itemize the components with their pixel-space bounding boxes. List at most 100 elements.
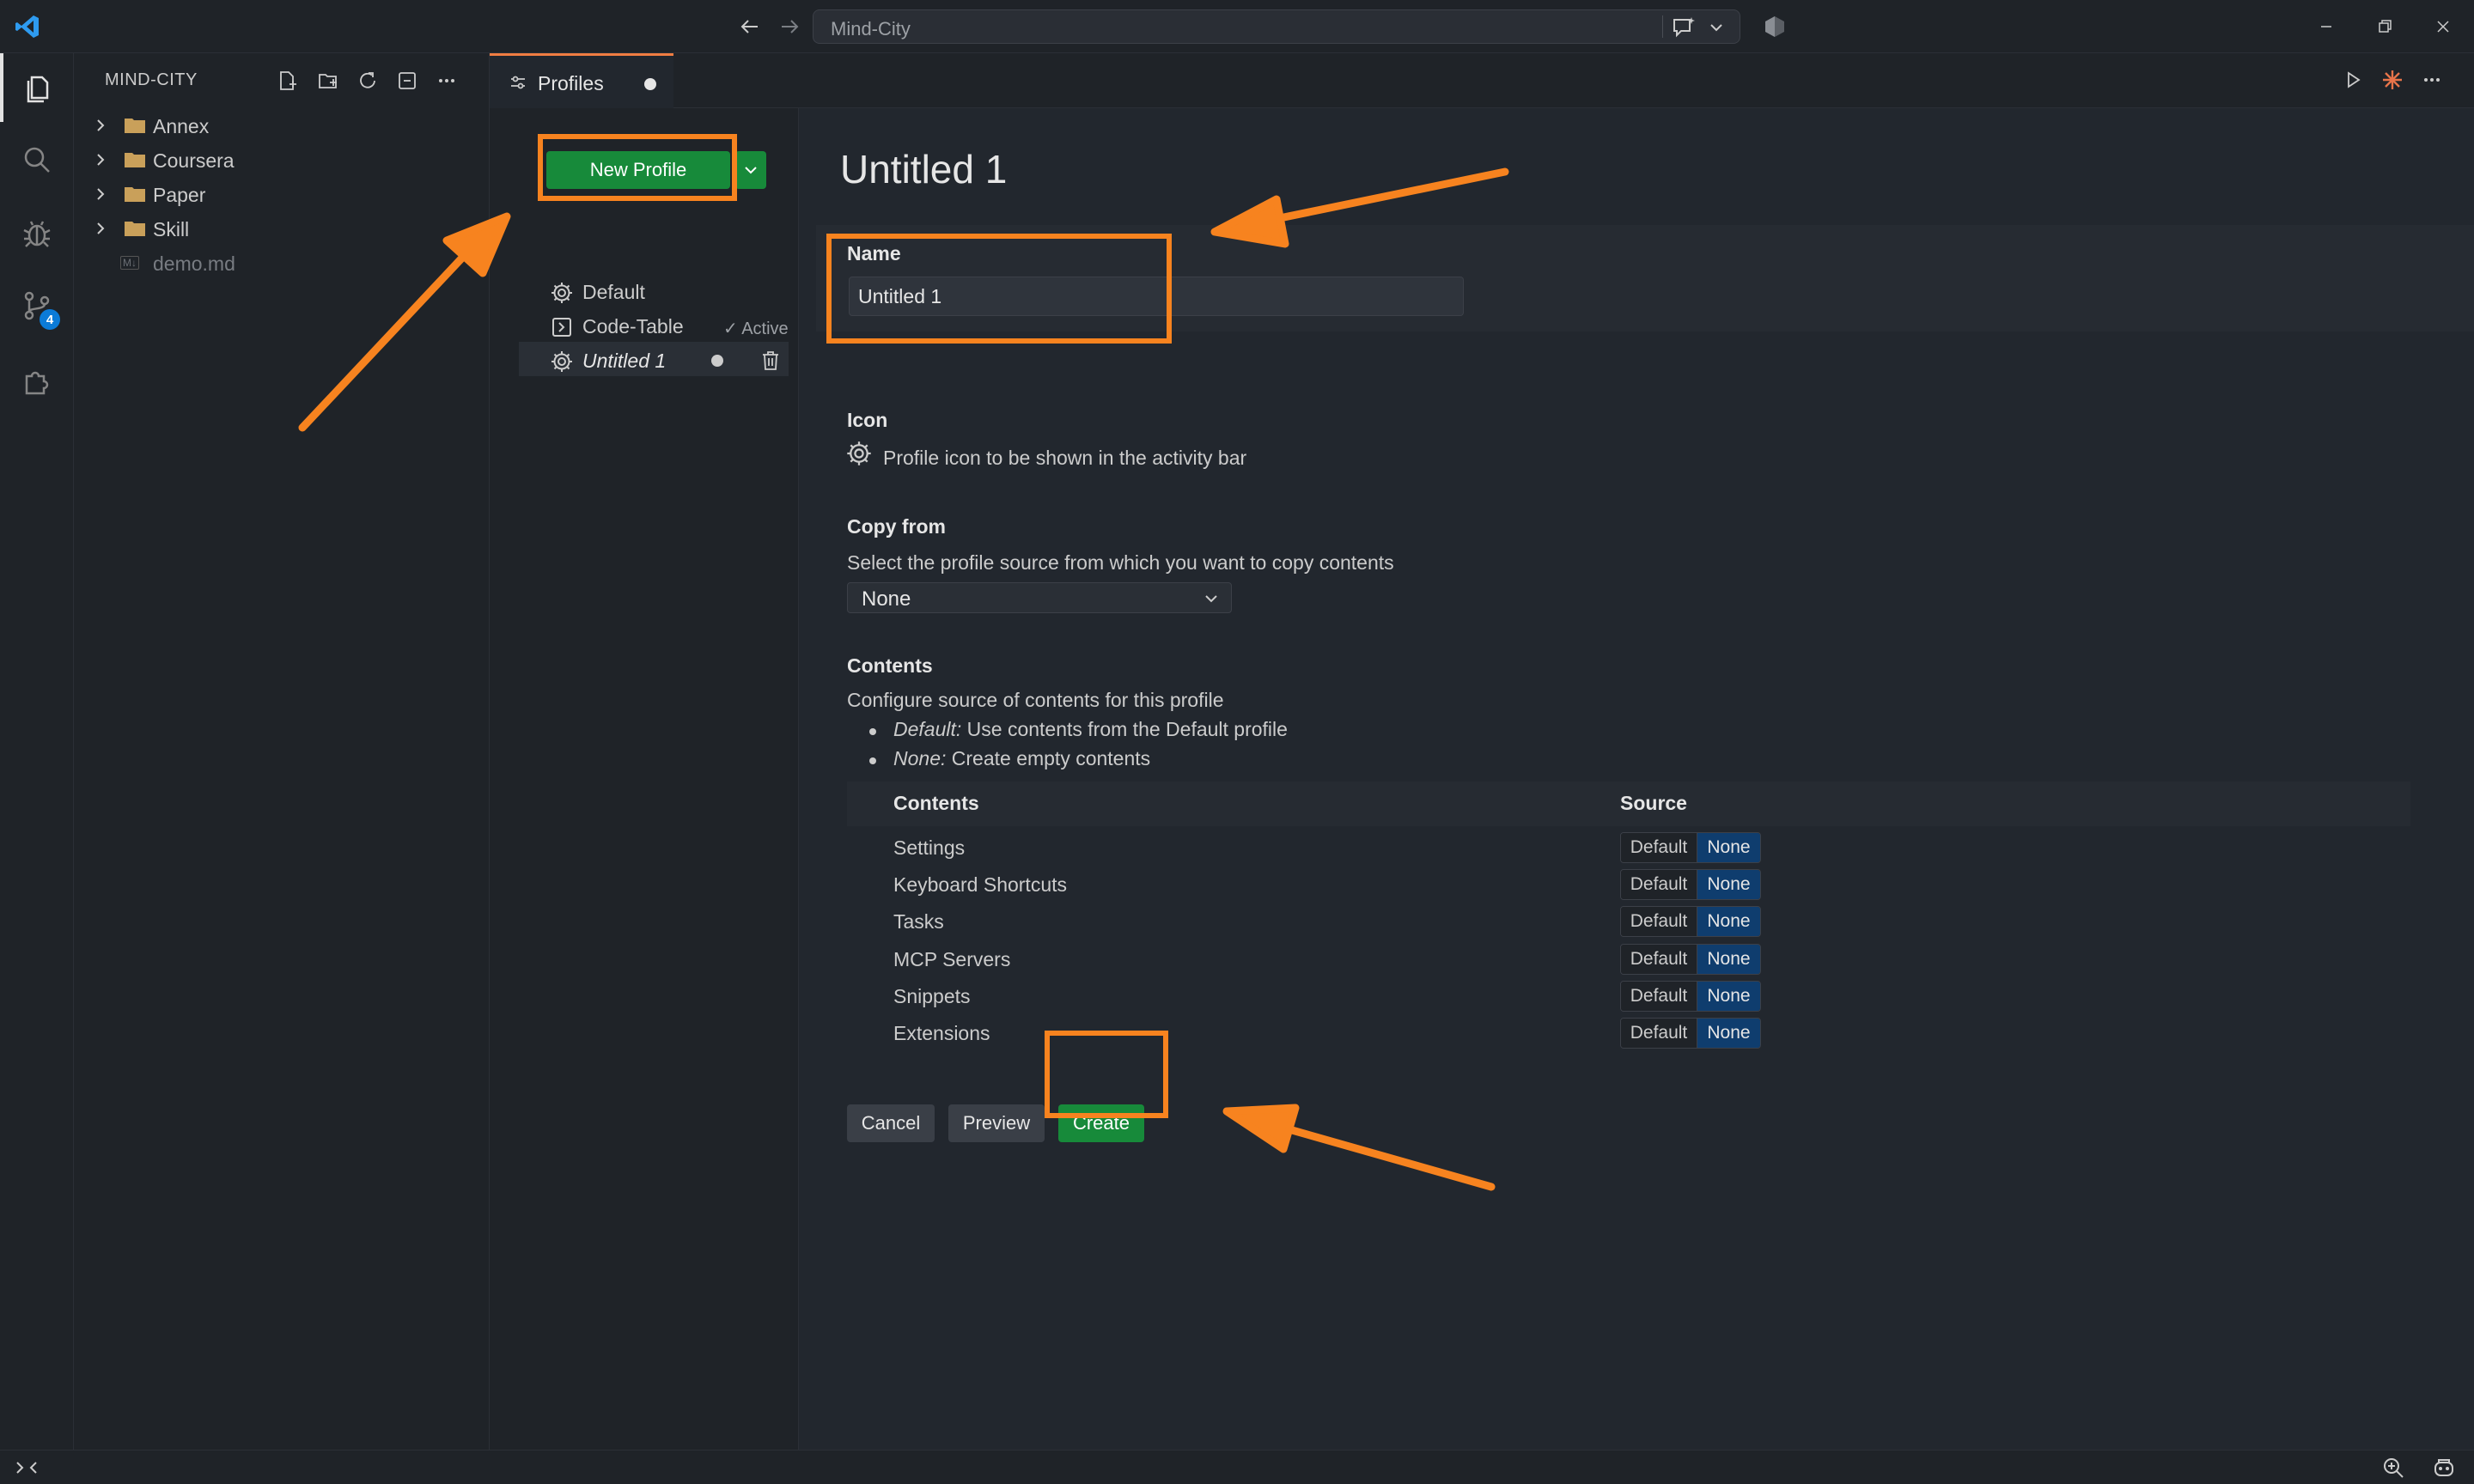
vscode-logo-icon	[14, 13, 41, 40]
table-row: Settings Default None	[847, 830, 2410, 867]
source-default-option[interactable]: Default	[1621, 1019, 1697, 1048]
unsaved-dot-icon	[711, 355, 723, 367]
run-icon[interactable]	[2340, 67, 2366, 93]
source-none-option[interactable]: None	[1697, 1019, 1760, 1048]
table-row: Extensions Default None	[847, 1015, 2410, 1052]
source-default-option[interactable]: Default	[1621, 870, 1697, 899]
preview-button[interactable]: Preview	[948, 1104, 1045, 1142]
tab-label: Profiles	[538, 72, 604, 94]
collapse-all-icon[interactable]	[393, 67, 421, 94]
icon-description: Profile icon to be shown in the activity…	[883, 447, 1247, 469]
profile-detail-pane: Untitled 1 Name Icon Profile icon to be …	[799, 108, 2474, 1450]
scm-badge: 4	[40, 309, 60, 330]
tree-folder[interactable]: Coursera	[74, 143, 490, 177]
trash-icon[interactable]	[759, 350, 782, 372]
profile-label: Untitled 1	[582, 350, 667, 372]
new-profile-dropdown[interactable]	[735, 151, 766, 189]
gear-icon[interactable]	[845, 440, 873, 467]
table-row: Tasks Default None	[847, 903, 2410, 940]
restore-icon[interactable]	[2369, 12, 2400, 41]
source-none-option[interactable]: None	[1697, 870, 1760, 899]
cancel-button[interactable]: Cancel	[847, 1104, 935, 1142]
gear-icon	[550, 350, 574, 374]
extensions-icon[interactable]	[0, 347, 74, 416]
chevron-down-icon[interactable]	[1707, 18, 1726, 37]
more-actions-icon[interactable]	[2419, 67, 2445, 93]
profiles-list-pane: New Profile Default Code-Table ✓ Active …	[490, 108, 799, 1450]
remote-icon[interactable]	[14, 1456, 40, 1480]
source-default-option[interactable]: Default	[1621, 907, 1697, 936]
chat-icon[interactable]	[1671, 15, 1697, 40]
refresh-icon[interactable]	[354, 67, 381, 94]
status-bar	[0, 1450, 2474, 1484]
copy-from-select[interactable]: None	[847, 582, 1232, 613]
sliders-icon	[509, 73, 527, 92]
content-name: Snippets	[893, 985, 971, 1007]
zoom-icon[interactable]	[2381, 1456, 2405, 1480]
tree-file[interactable]: M↓ demo.md	[74, 246, 490, 280]
explorer-title: MIND-CITY	[105, 70, 198, 89]
source-none-option[interactable]: None	[1697, 982, 1760, 1011]
new-folder-icon[interactable]	[314, 67, 342, 94]
contents-description: Configure source of contents for this pr…	[847, 689, 1224, 711]
new-file-icon[interactable]	[273, 67, 301, 94]
source-control-icon[interactable]: 4	[0, 271, 74, 340]
icon-label: Icon	[847, 409, 888, 431]
chevron-down-icon	[745, 167, 757, 174]
tab-profiles[interactable]: Profiles	[490, 53, 673, 108]
content-name: Tasks	[893, 910, 944, 933]
source-default-option[interactable]: Default	[1621, 833, 1697, 862]
tree-label: Skill	[153, 218, 190, 240]
source-default-option[interactable]: Default	[1621, 945, 1697, 974]
minimize-icon[interactable]	[2311, 12, 2342, 41]
name-label: Name	[847, 242, 901, 265]
copilot-icon[interactable]	[1761, 13, 1788, 40]
new-profile-button[interactable]: New Profile	[546, 151, 730, 189]
unsaved-dot-icon[interactable]	[644, 78, 656, 90]
source-none-option[interactable]: None	[1697, 945, 1760, 974]
markdown-file-icon: M↓	[120, 256, 139, 270]
profile-item-code-table[interactable]: Code-Table ✓ Active	[519, 307, 789, 342]
command-center[interactable]: Mind-City	[813, 9, 1740, 44]
create-button[interactable]: Create	[1058, 1104, 1144, 1142]
profile-item-default[interactable]: Default	[519, 273, 789, 307]
tree-folder[interactable]: Skill	[74, 211, 490, 246]
tree-label: Paper	[153, 184, 206, 206]
back-arrow-icon[interactable]	[735, 12, 765, 41]
profile-title: Untitled 1	[840, 147, 1008, 192]
contents-label: Contents	[847, 654, 933, 677]
table-row: MCP Servers Default None	[847, 941, 2410, 978]
copilot-status-icon[interactable]	[2431, 1456, 2457, 1480]
source-toggle: Default None	[1620, 906, 1761, 937]
gear-icon	[550, 281, 574, 305]
title-bar: Mind-City	[0, 0, 2474, 53]
tree-label: Annex	[153, 115, 210, 137]
source-toggle: Default None	[1620, 981, 1761, 1012]
search-icon[interactable]	[0, 125, 74, 194]
source-toggle: Default None	[1620, 869, 1761, 900]
spark-icon[interactable]	[2380, 67, 2405, 93]
tree-folder[interactable]: Annex	[74, 108, 490, 143]
tree-label: demo.md	[153, 252, 235, 275]
editor-area: Profiles New Profile Default Code-Table …	[490, 53, 2474, 1450]
source-none-option[interactable]: None	[1697, 907, 1760, 936]
explorer-icon[interactable]	[0, 53, 74, 122]
chevron-right-icon	[91, 185, 110, 204]
terminal-icon	[550, 315, 574, 339]
folder-icon	[124, 186, 146, 203]
source-none-option[interactable]: None	[1697, 833, 1760, 862]
bullet-default: Default: Use contents from the Default p…	[893, 718, 1288, 740]
chevron-right-icon	[91, 116, 110, 135]
forward-arrow-icon[interactable]	[775, 12, 804, 41]
profile-item-untitled[interactable]: Untitled 1	[519, 342, 789, 376]
debug-icon[interactable]	[0, 199, 74, 268]
close-icon[interactable]	[2428, 12, 2459, 41]
explorer-sidebar: MIND-CITY Annex Coursera Paper Skill M↓ …	[74, 53, 490, 1450]
source-default-option[interactable]: Default	[1621, 982, 1697, 1011]
profile-label: Default	[582, 281, 645, 303]
copy-from-description: Select the profile source from which you…	[847, 551, 1394, 574]
activity-bar: 4	[0, 53, 74, 1477]
more-actions-icon[interactable]	[433, 67, 460, 94]
tree-folder[interactable]: Paper	[74, 177, 490, 211]
profile-name-input[interactable]	[849, 277, 1464, 316]
